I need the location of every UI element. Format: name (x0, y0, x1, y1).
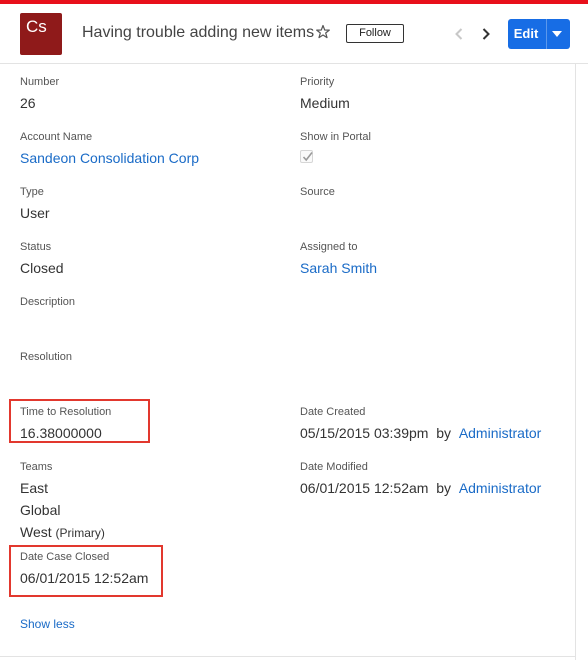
description-label: Description (20, 296, 76, 308)
star-icon[interactable] (316, 24, 330, 40)
priority-label: Priority (300, 76, 335, 88)
date-modified-by: by (436, 480, 452, 496)
assigned-to-link[interactable]: Sarah Smith (300, 260, 377, 276)
chevron-right-icon[interactable] (481, 27, 491, 41)
date-created-by: by (436, 425, 452, 441)
chevron-left-icon[interactable] (454, 27, 464, 41)
type-label: Type (20, 186, 44, 198)
page-title: Having trouble adding new items (82, 24, 315, 41)
number-value[interactable]: 26 (20, 95, 36, 111)
bottom-divider (0, 656, 576, 657)
team-item[interactable]: Global (20, 502, 60, 518)
date-created-date: 05/15/2015 03:39pm (300, 425, 429, 441)
edit-divider (546, 19, 547, 49)
team-item-primary[interactable]: West (Primary) (20, 524, 105, 540)
show-less-link[interactable]: Show less (20, 617, 75, 631)
follow-button[interactable]: Follow (346, 24, 404, 43)
team-item-name: West (20, 524, 52, 540)
date-modified-label: Date Modified (300, 461, 368, 473)
date-created-user-link[interactable]: Administrator (459, 425, 541, 441)
date-created-label: Date Created (300, 406, 366, 418)
show-in-portal-checkbox[interactable] (300, 150, 313, 163)
avatar-text: Cs (26, 17, 47, 36)
account-name-link[interactable]: Sandeon Consolidation Corp (20, 150, 199, 166)
edit-button-group: Edit (508, 19, 570, 49)
assigned-to-label: Assigned to (300, 241, 358, 253)
type-value[interactable]: User (20, 205, 50, 221)
checkmark-icon (302, 152, 313, 162)
scrollbar-rail[interactable] (575, 64, 588, 660)
avatar: Cs (20, 13, 62, 55)
date-modified-date: 06/01/2015 12:52am (300, 480, 429, 496)
status-label: Status (20, 241, 52, 253)
caret-down-icon[interactable] (550, 30, 564, 38)
edit-button[interactable]: Edit (508, 19, 544, 49)
date-modified-value: 06/01/2015 12:52am by Administrator (300, 480, 541, 496)
account-name-label: Account Name (20, 131, 93, 143)
record-header: Cs Having trouble adding new items Follo… (0, 4, 588, 64)
number-label: Number (20, 76, 60, 88)
date-modified-user-link[interactable]: Administrator (459, 480, 541, 496)
status-value[interactable]: Closed (20, 260, 64, 276)
primary-tag: (Primary) (55, 526, 105, 540)
team-item[interactable]: East (20, 480, 48, 496)
show-in-portal-label: Show in Portal (300, 131, 371, 143)
highlight-box-date-case-closed (9, 545, 163, 597)
teams-label: Teams (20, 461, 53, 473)
priority-value[interactable]: Medium (300, 95, 350, 111)
highlight-box-time-to-resolution (9, 399, 150, 443)
resolution-label: Resolution (20, 351, 72, 363)
source-label: Source (300, 186, 335, 198)
date-created-value: 05/15/2015 03:39pm by Administrator (300, 425, 541, 441)
